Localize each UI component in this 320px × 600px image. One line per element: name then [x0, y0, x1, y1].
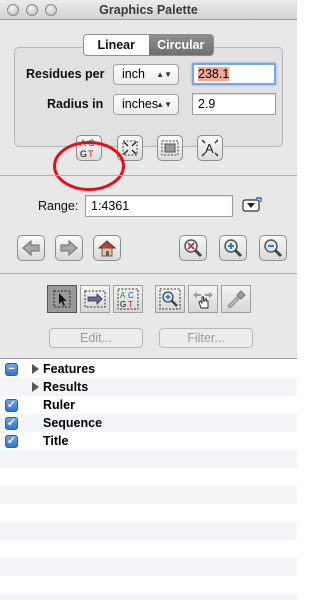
radius-unit-value: inches — [122, 97, 159, 111]
divider — [0, 175, 297, 176]
disclosure-triangle-icon[interactable] — [32, 382, 39, 392]
select-arrows-icon: ▲▼ — [156, 70, 172, 79]
forward-arrow-icon — [60, 239, 78, 257]
zoom-select-icon — [159, 288, 181, 310]
range-sync-button[interactable] — [241, 196, 263, 214]
layer-list: − Features Results ✓ Ruler ✓ Sequence ✓ … — [0, 358, 297, 600]
letter-a-glyph: A — [205, 141, 214, 156]
pointer-select-icon — [53, 290, 71, 308]
checkbox-checked-icon[interactable]: ✓ — [5, 399, 18, 412]
zoom-out-icon — [264, 239, 283, 258]
empty-row — [0, 522, 297, 540]
letter-t: T — [128, 300, 133, 309]
arrow-feature-tool[interactable] — [80, 285, 110, 313]
residues-per-input[interactable]: 238.1 — [192, 63, 276, 85]
edit-button[interactable]: Edit... — [49, 328, 143, 348]
disclosure-triangle-icon[interactable] — [32, 364, 39, 374]
tab-circular[interactable]: Circular — [148, 35, 213, 55]
filter-button[interactable]: Filter... — [159, 328, 253, 348]
mixed-checkbox-icon[interactable]: − — [5, 363, 18, 376]
view-mode-segmented-control: Linear Circular — [83, 34, 214, 56]
residues-per-value: 238.1 — [198, 67, 230, 81]
title-bar: Graphics Palette — [0, 0, 297, 20]
select-arrows-icon: ▲▼ — [156, 100, 172, 109]
window-title: Graphics Palette — [99, 3, 198, 17]
range-input[interactable]: 1:4361 — [85, 195, 233, 217]
checkbox-checked-icon[interactable]: ✓ — [5, 417, 18, 430]
eyedropper-tool[interactable] — [221, 285, 251, 313]
residues-unit-select[interactable]: inch ▲▼ — [113, 64, 179, 85]
layer-label: Title — [43, 434, 69, 448]
back-button[interactable] — [17, 235, 45, 261]
layer-label: Sequence — [43, 416, 103, 430]
forward-button[interactable] — [55, 235, 83, 261]
highlight-circle-annotation — [53, 141, 125, 191]
zoom-select-tool[interactable] — [155, 285, 185, 313]
pointer-select-tool[interactable] — [47, 285, 77, 313]
layer-label: Features — [43, 362, 96, 376]
empty-row — [0, 486, 297, 504]
sequence-select-icon: A C G T — [117, 288, 139, 310]
list-item-sequence[interactable]: ✓ Sequence — [0, 414, 297, 432]
empty-row — [0, 558, 297, 576]
text-style-button[interactable]: A — [197, 135, 223, 161]
tab-linear[interactable]: Linear — [84, 35, 149, 55]
layer-label: Results — [43, 380, 89, 394]
empty-row — [0, 594, 297, 600]
palette-panel: Linear Circular Residues per inch ▲▼ 238… — [0, 20, 297, 358]
home-button[interactable] — [93, 235, 121, 261]
fit-frame-button[interactable] — [157, 135, 183, 161]
divider — [0, 273, 297, 274]
zoom-in-icon — [224, 239, 243, 258]
letter-c: C — [128, 291, 134, 300]
fit-frame-icon — [161, 140, 179, 156]
zoom-reset-icon — [184, 239, 203, 258]
checkbox-checked-icon[interactable]: ✓ — [5, 435, 18, 448]
radius-input[interactable]: 2.9 — [192, 93, 276, 115]
arrow-feature-icon — [84, 290, 106, 308]
layer-label: Ruler — [43, 398, 75, 412]
radius-in-label: Radius in — [47, 97, 104, 111]
zoom-in-button[interactable] — [219, 235, 247, 261]
text-style-icon: A — [201, 139, 219, 157]
zoom-out-button[interactable] — [259, 235, 287, 261]
empty-row — [0, 450, 297, 468]
list-item-ruler[interactable]: ✓ Ruler — [0, 396, 297, 414]
range-label: Range: — [38, 199, 79, 213]
letter-g: G — [120, 300, 126, 309]
letter-a: A — [120, 291, 126, 300]
residues-unit-value: inch — [122, 67, 145, 81]
residues-per-label: Residues per — [26, 67, 105, 81]
back-arrow-icon — [22, 239, 40, 257]
list-item-features[interactable]: − Features — [0, 360, 297, 378]
hand-drag-tool[interactable] — [188, 285, 218, 313]
zoom-reset-button[interactable] — [179, 235, 207, 261]
range-sync-icon — [242, 197, 262, 212]
eyedropper-icon — [227, 290, 246, 309]
sequence-select-tool[interactable]: A C G T — [113, 285, 143, 313]
expand-frame-icon — [122, 140, 138, 156]
list-item-title[interactable]: ✓ Title — [0, 432, 297, 450]
home-icon — [97, 240, 117, 257]
hand-drag-icon — [193, 292, 213, 309]
list-item-results[interactable]: Results — [0, 378, 297, 396]
radius-unit-select[interactable]: inches ▲▼ — [113, 94, 179, 115]
